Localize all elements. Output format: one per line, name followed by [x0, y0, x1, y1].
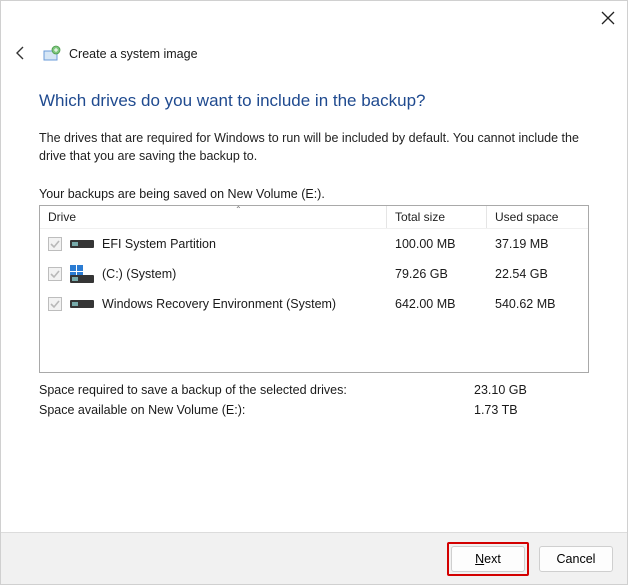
page-description: The drives that are required for Windows…: [39, 129, 589, 165]
column-header-drive[interactable]: Drive: [40, 206, 387, 228]
summary: Space required to save a backup of the s…: [39, 383, 589, 417]
drive-total: 100.00 MB: [395, 237, 495, 251]
wizard-title: Create a system image: [69, 47, 198, 61]
sort-caret-icon: ⌃: [235, 205, 242, 214]
drive-name: EFI System Partition: [102, 237, 216, 251]
backup-target-line: Your backups are being saved on New Volu…: [39, 187, 589, 201]
space-available-value: 1.73 TB: [474, 403, 589, 417]
drive-used: 540.62 MB: [495, 297, 580, 311]
next-button[interactable]: Next: [451, 546, 525, 572]
drive-table: ⌃ Drive Total size Used space EFI System…: [39, 205, 589, 373]
drive-total: 642.00 MB: [395, 297, 495, 311]
system-image-icon: [43, 45, 61, 63]
space-required-value: 23.10 GB: [474, 383, 589, 397]
column-header-used[interactable]: Used space: [487, 206, 588, 228]
space-required-label: Space required to save a backup of the s…: [39, 383, 474, 397]
space-available-label: Space available on New Volume (E:):: [39, 403, 474, 417]
table-row[interactable]: Windows Recovery Environment (System) 64…: [40, 289, 588, 319]
back-arrow-icon[interactable]: [13, 45, 29, 61]
drive-total: 79.26 GB: [395, 267, 495, 281]
next-button-highlight: Next: [447, 542, 529, 576]
checkbox-icon: [48, 297, 62, 311]
windows-drive-icon: [70, 266, 94, 282]
drive-used: 22.54 GB: [495, 267, 580, 281]
table-header[interactable]: ⌃ Drive Total size Used space: [40, 206, 588, 229]
checkbox-icon: [48, 237, 62, 251]
page-heading: Which drives do you want to include in t…: [39, 91, 589, 111]
drive-name: (C:) (System): [102, 267, 176, 281]
cancel-button[interactable]: Cancel: [539, 546, 613, 572]
drive-icon: [70, 236, 94, 252]
checkbox-icon: [48, 267, 62, 281]
column-header-total[interactable]: Total size: [387, 206, 487, 228]
titlebar: [1, 1, 627, 37]
table-row[interactable]: (C:) (System) 79.26 GB 22.54 GB: [40, 259, 588, 289]
wizard-header: Create a system image: [1, 37, 627, 63]
close-icon[interactable]: [601, 11, 615, 25]
table-row[interactable]: EFI System Partition 100.00 MB 37.19 MB: [40, 229, 588, 259]
footer: Next Cancel: [1, 532, 627, 584]
content-area: Which drives do you want to include in t…: [1, 63, 627, 417]
drive-used: 37.19 MB: [495, 237, 580, 251]
drive-icon: [70, 296, 94, 312]
drive-name: Windows Recovery Environment (System): [102, 297, 336, 311]
